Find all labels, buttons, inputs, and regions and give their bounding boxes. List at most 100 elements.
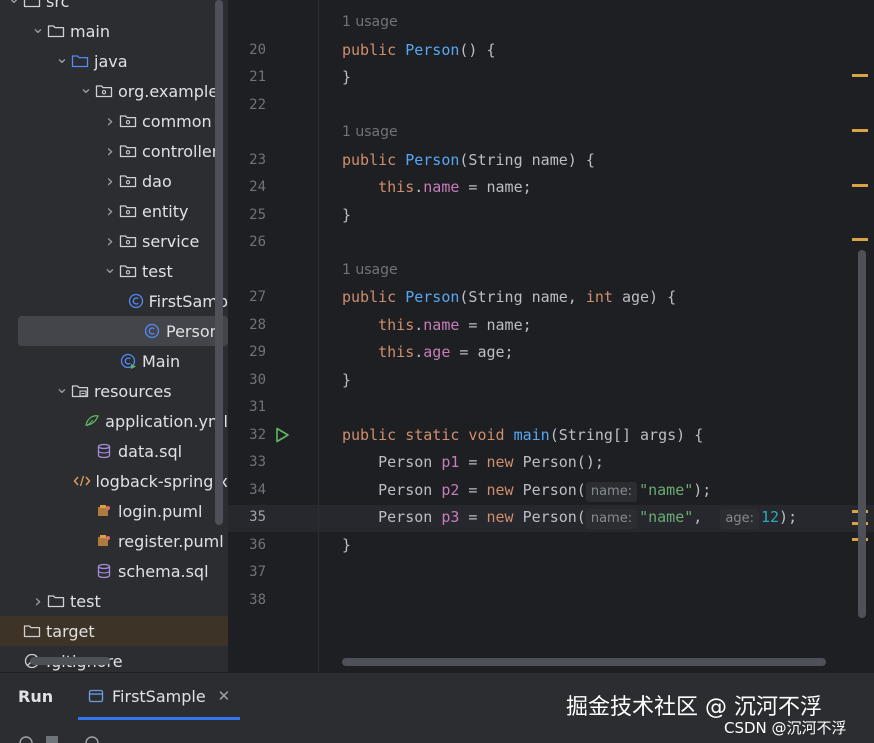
usage-hint[interactable]: 1 usage: [342, 262, 398, 278]
line-number[interactable]: 34: [228, 482, 266, 498]
chevron-right-icon[interactable]: ›: [102, 171, 118, 192]
line-number[interactable]: 31: [228, 399, 266, 415]
line-number[interactable]: 36: [228, 537, 266, 553]
tree-item-login-puml[interactable]: login.puml: [0, 496, 228, 526]
code-line[interactable]: this.name = name;: [342, 316, 532, 334]
code-text-token: }: [342, 68, 352, 86]
chevron-right-icon[interactable]: ›: [30, 591, 46, 612]
tree-item-main[interactable]: Main: [0, 346, 228, 376]
tree-item-main[interactable]: ⌄ main: [0, 16, 228, 46]
code-line[interactable]: Person p2 = new Person(name: "name");: [342, 481, 711, 502]
tree-item-entity[interactable]: › entity: [0, 196, 228, 226]
tree-item-resources[interactable]: ⌄ resources: [0, 376, 228, 406]
code-line[interactable]: this.name = name;: [342, 178, 532, 196]
line-number[interactable]: 26: [228, 234, 266, 250]
code-line[interactable]: }: [342, 68, 351, 86]
code-editor[interactable]: 20 21 22 23 24 25 26 27 28 29 30 31 32 33 34 35 36 37 38 1…: [228, 0, 874, 672]
warning-stripe-marker[interactable]: [852, 74, 868, 77]
chevron-right-icon[interactable]: ›: [102, 111, 118, 132]
line-number[interactable]: 23: [228, 152, 266, 168]
tree-item-logback-spring-x[interactable]: logback-spring.x: [0, 466, 228, 496]
usage-hint[interactable]: 1 usage: [342, 14, 398, 30]
tree-item-target[interactable]: target: [0, 616, 228, 646]
usage-hint[interactable]: 1 usage: [342, 124, 398, 140]
code-line[interactable]: }: [342, 536, 351, 554]
run-tool-window-title[interactable]: Run: [18, 687, 53, 706]
chevron-right-icon[interactable]: ›: [102, 141, 118, 162]
tree-item-org-example[interactable]: ⌄ org.example: [0, 76, 228, 106]
code-line[interactable]: public Person() {: [342, 41, 496, 59]
line-number-gutter[interactable]: 20 21 22 23 24 25 26 27 28 29 30 31 32 33 34 35 36 37 38: [228, 0, 318, 672]
chevron-down-icon[interactable]: ⌄: [54, 48, 70, 67]
code-line[interactable]: Person p1 = new Person();: [342, 453, 604, 471]
tree-item-dao[interactable]: › dao: [0, 166, 228, 196]
chevron-down-icon[interactable]: ⌄: [102, 258, 118, 277]
project-tree-horizontal-scrollbar[interactable]: [30, 657, 110, 665]
tree-item-common[interactable]: › common: [0, 106, 228, 136]
code-line[interactable]: }: [342, 371, 351, 389]
chevron-down-icon[interactable]: ⌄: [6, 0, 22, 7]
class-icon: [142, 323, 162, 339]
identifier-token: name: [423, 316, 460, 334]
tree-item-schema-sql[interactable]: schema.sql: [0, 556, 228, 586]
code-line[interactable]: this.age = age;: [342, 343, 513, 361]
run-tab-firstsample[interactable]: FirstSample ✕: [78, 678, 240, 714]
chevron-right-icon[interactable]: ›: [102, 231, 118, 252]
tree-item-test[interactable]: › test: [0, 586, 228, 616]
code-line[interactable]: Person p3 = new Person(name: "name", age:…: [342, 508, 797, 529]
line-number[interactable]: 33: [228, 454, 266, 470]
code-line[interactable]: public Person(String name, int age) {: [342, 288, 676, 306]
line-number[interactable]: 24: [228, 179, 266, 195]
run-main-icon[interactable]: [274, 427, 290, 443]
code-text-token: Person(: [513, 508, 586, 526]
warning-stripe-marker[interactable]: [852, 238, 868, 241]
tree-item-firstsamp[interactable]: FirstSamp: [0, 286, 228, 316]
line-number[interactable]: 37: [228, 564, 266, 580]
line-number[interactable]: 29: [228, 344, 266, 360]
package-icon: [118, 263, 138, 279]
code-text-token: .: [414, 316, 424, 334]
editor-horizontal-scrollbar[interactable]: [342, 658, 826, 666]
tree-item-java[interactable]: ⌄ java: [0, 46, 228, 76]
project-tree-scrollbar[interactable]: [215, 0, 223, 525]
chevron-down-icon[interactable]: ⌄: [78, 78, 94, 97]
code-text-token: );: [779, 508, 798, 526]
chevron-down-icon[interactable]: ⌄: [54, 378, 70, 397]
parameter-hint[interactable]: age:: [720, 509, 759, 529]
tree-item-person[interactable]: Person: [18, 316, 228, 346]
folder-icon: [46, 593, 66, 609]
tree-item-label: test: [142, 261, 173, 281]
line-number[interactable]: 22: [228, 97, 266, 113]
tree-item-controller[interactable]: › controller: [0, 136, 228, 166]
chevron-down-icon[interactable]: ⌄: [30, 18, 46, 37]
code-line[interactable]: public Person(String name) {: [342, 151, 595, 169]
parameter-hint[interactable]: name:: [585, 482, 638, 502]
tree-item-register-puml[interactable]: register.puml: [0, 526, 228, 556]
code-line[interactable]: }: [342, 206, 351, 224]
code-line[interactable]: public static void main(String[] args) {: [342, 426, 703, 444]
line-number[interactable]: 32: [228, 427, 266, 443]
folder-icon: [22, 0, 42, 9]
line-number[interactable]: 28: [228, 317, 266, 333]
line-number[interactable]: 20: [228, 42, 266, 58]
close-icon[interactable]: ✕: [218, 687, 231, 705]
parameter-hint[interactable]: name:: [585, 509, 638, 529]
chevron-right-icon[interactable]: ›: [102, 201, 118, 222]
line-number[interactable]: 38: [228, 592, 266, 608]
warning-stripe-marker[interactable]: [852, 129, 868, 132]
line-number[interactable]: 30: [228, 372, 266, 388]
line-number[interactable]: 27: [228, 289, 266, 305]
code-text-token: =: [459, 508, 487, 526]
line-number[interactable]: 25: [228, 207, 266, 223]
tree-item-label: test: [70, 591, 101, 611]
line-number[interactable]: 35: [228, 509, 266, 525]
tree-item-src[interactable]: ⌄ src: [0, 0, 228, 16]
line-number[interactable]: 21: [228, 69, 266, 85]
tree-item-service[interactable]: › service: [0, 226, 228, 256]
warning-stripe-marker[interactable]: [852, 184, 868, 187]
editor-vertical-scrollbar[interactable]: [858, 250, 866, 618]
tree-item-label: logback-spring.x: [95, 471, 228, 491]
tree-item-data-sql[interactable]: data.sql: [0, 436, 228, 466]
tree-item-application-yml[interactable]: application.yml: [0, 406, 228, 436]
tree-item-test[interactable]: ⌄ test: [0, 256, 228, 286]
